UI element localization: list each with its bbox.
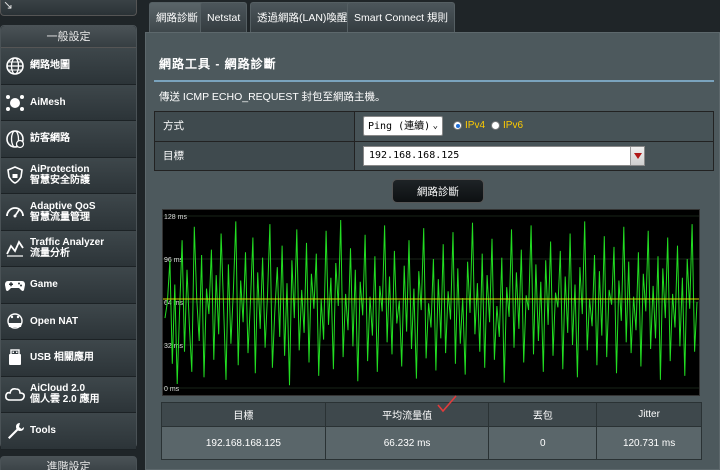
radio-selected-icon bbox=[453, 121, 462, 130]
cloud-icon bbox=[2, 381, 28, 407]
value-packet-loss: 0 bbox=[488, 426, 598, 460]
wrench-icon bbox=[2, 418, 28, 444]
sidebar-item-label: Traffic Analyzer 流量分析 bbox=[30, 237, 105, 260]
tab-wake-on-lan[interactable]: 透過網路(LAN)喚醒 bbox=[250, 2, 355, 32]
sidebar-item-guest-network[interactable]: 訪客網路 bbox=[1, 121, 136, 158]
sidebar-item-label: 訪客網路 bbox=[30, 133, 70, 145]
speedometer-icon bbox=[2, 199, 28, 225]
page-title: 網路工具 - 網路診斷 bbox=[159, 57, 277, 71]
sidebar-item-open-nat[interactable]: Open NAT bbox=[1, 303, 136, 340]
chart-tick-label: 32 ms bbox=[164, 343, 184, 350]
sidebar-item-label: Adaptive QoS 智慧流量管理 bbox=[30, 200, 96, 223]
sidebar-item-adaptive-qos[interactable]: Adaptive QoS 智慧流量管理 bbox=[1, 194, 136, 231]
target-input-value: 192.168.168.125 bbox=[369, 150, 460, 161]
results-table: 目標 平均流量值 丟包 Jitter 192.168.168.125 66.23… bbox=[161, 402, 702, 460]
ipv6-label: IPv6 bbox=[503, 120, 524, 131]
ipv6-radio[interactable]: IPv6 bbox=[491, 120, 523, 131]
sidebar-item-game[interactable]: Game bbox=[1, 267, 136, 304]
ipv4-radio[interactable]: IPv4 bbox=[453, 120, 485, 131]
sidebar-item-usb[interactable]: USB 相關應用 bbox=[1, 340, 136, 377]
main-panel: 網路工具 - 網路診斷 傳送 ICMP ECHO_REQUEST 封包至網路主機… bbox=[145, 32, 720, 470]
header-average: 平均流量值 bbox=[324, 402, 490, 427]
sidebar-item-aicloud[interactable]: AiCloud 2.0 個人雲 2.0 應用 bbox=[1, 376, 136, 413]
sidebar-item-label: Tools bbox=[30, 425, 56, 437]
value-target: 192.168.168.125 bbox=[161, 426, 326, 460]
sidebar-item-tools[interactable]: Tools bbox=[1, 413, 136, 450]
method-select-value: Ping (連續) bbox=[368, 121, 431, 132]
shield-icon bbox=[2, 162, 28, 188]
target-row: 目標 192.168.168.125 bbox=[154, 141, 714, 171]
sidebar-item-label: Open NAT bbox=[30, 315, 79, 327]
results-header-row: 目標 平均流量值 丟包 Jitter bbox=[161, 402, 702, 427]
ipv4-label: IPv4 bbox=[465, 120, 486, 131]
sidebar-item-aiprotection[interactable]: AiProtection 智慧安全防護 bbox=[1, 157, 136, 194]
ping-chart-svg: 128 ms96 ms64 ms32 ms0 ms bbox=[163, 214, 699, 393]
tab-smart-connect[interactable]: Smart Connect 規則 bbox=[347, 2, 455, 32]
chart-tick-label: 128 ms bbox=[164, 214, 187, 221]
usb-icon bbox=[2, 345, 28, 371]
aimesh-icon bbox=[2, 89, 28, 115]
method-row: 方式 Ping (連續) ⌄ IPv4 IPv6 bbox=[154, 111, 714, 141]
sidebar-section-title: 一般設定 bbox=[1, 26, 136, 48]
value-average: 66.232 ms bbox=[324, 426, 490, 460]
sidebar-general-group: 一般設定 網路地圖 AiMesh 訪客網路 AiProtection 智慧安全防… bbox=[0, 25, 137, 450]
globe-icon bbox=[2, 53, 28, 79]
sidebar-item-label: 網路地圖 bbox=[30, 60, 70, 72]
header-packet-loss: 丟包 bbox=[488, 402, 598, 427]
header-target: 目標 bbox=[161, 402, 326, 427]
sidebar-item-label: USB 相關應用 bbox=[30, 352, 94, 364]
method-label: 方式 bbox=[155, 112, 355, 141]
sidebar-item-label: AiProtection 智慧安全防護 bbox=[30, 164, 90, 187]
sidebar-top-stub: ↘ bbox=[0, 0, 137, 16]
diagnosis-form: 方式 Ping (連續) ⌄ IPv4 IPv6 目標 192.168.168.… bbox=[154, 111, 714, 171]
method-select[interactable]: Ping (連續) ⌄ bbox=[363, 116, 443, 136]
guest-network-icon bbox=[2, 126, 28, 152]
header-jitter: Jitter bbox=[596, 402, 702, 427]
ping-latency-chart: 128 ms 96 ms 64 ms 32 ms 0 ms bbox=[162, 209, 700, 396]
sidebar-item-label: AiCloud 2.0 個人雲 2.0 應用 bbox=[30, 383, 100, 406]
sidebar-advanced-title: 進階設定 bbox=[0, 456, 137, 470]
title-divider bbox=[154, 80, 714, 82]
gamepad-icon bbox=[2, 272, 28, 298]
checkmark-annotation-icon bbox=[437, 395, 457, 413]
target-input[interactable]: 192.168.168.125 bbox=[363, 146, 645, 166]
sidebar-item-traffic-analyzer[interactable]: Traffic Analyzer 流量分析 bbox=[1, 230, 136, 267]
open-nat-icon bbox=[2, 308, 28, 334]
target-dropdown-button[interactable] bbox=[630, 147, 644, 165]
chart-tick-label: 0 ms bbox=[164, 386, 180, 393]
chart-tick-label: 96 ms bbox=[164, 257, 184, 264]
results-value-row: 192.168.168.125 66.232 ms 0 120.731 ms bbox=[161, 426, 702, 460]
target-label: 目標 bbox=[155, 142, 355, 170]
tab-netstat[interactable]: Netstat bbox=[200, 2, 248, 32]
radio-unselected-icon bbox=[491, 121, 500, 130]
arrow-icon: ↘ bbox=[3, 0, 14, 12]
diagnose-button[interactable]: 網路診斷 bbox=[392, 179, 484, 203]
ping-latency-series bbox=[164, 219, 698, 386]
value-jitter: 120.731 ms bbox=[596, 426, 702, 460]
tab-network-diagnosis[interactable]: 網路診斷 bbox=[149, 2, 205, 32]
traffic-chart-icon bbox=[2, 235, 28, 261]
sidebar-item-label: Game bbox=[30, 279, 58, 291]
page-description: 傳送 ICMP ECHO_REQUEST 封包至網路主機。 bbox=[159, 91, 386, 103]
sidebar: ↘ 一般設定 網路地圖 AiMesh 訪客網路 AiProtection 智慧安… bbox=[0, 0, 138, 470]
chevron-down-icon: ⌄ bbox=[432, 121, 438, 131]
sidebar-item-aimesh[interactable]: AiMesh bbox=[1, 84, 136, 121]
sidebar-item-network-map[interactable]: 網路地圖 bbox=[1, 48, 136, 85]
router-admin-page: ↘ 一般設定 網路地圖 AiMesh 訪客網路 AiProtection 智慧安… bbox=[0, 0, 720, 470]
sidebar-item-label: AiMesh bbox=[30, 96, 66, 108]
